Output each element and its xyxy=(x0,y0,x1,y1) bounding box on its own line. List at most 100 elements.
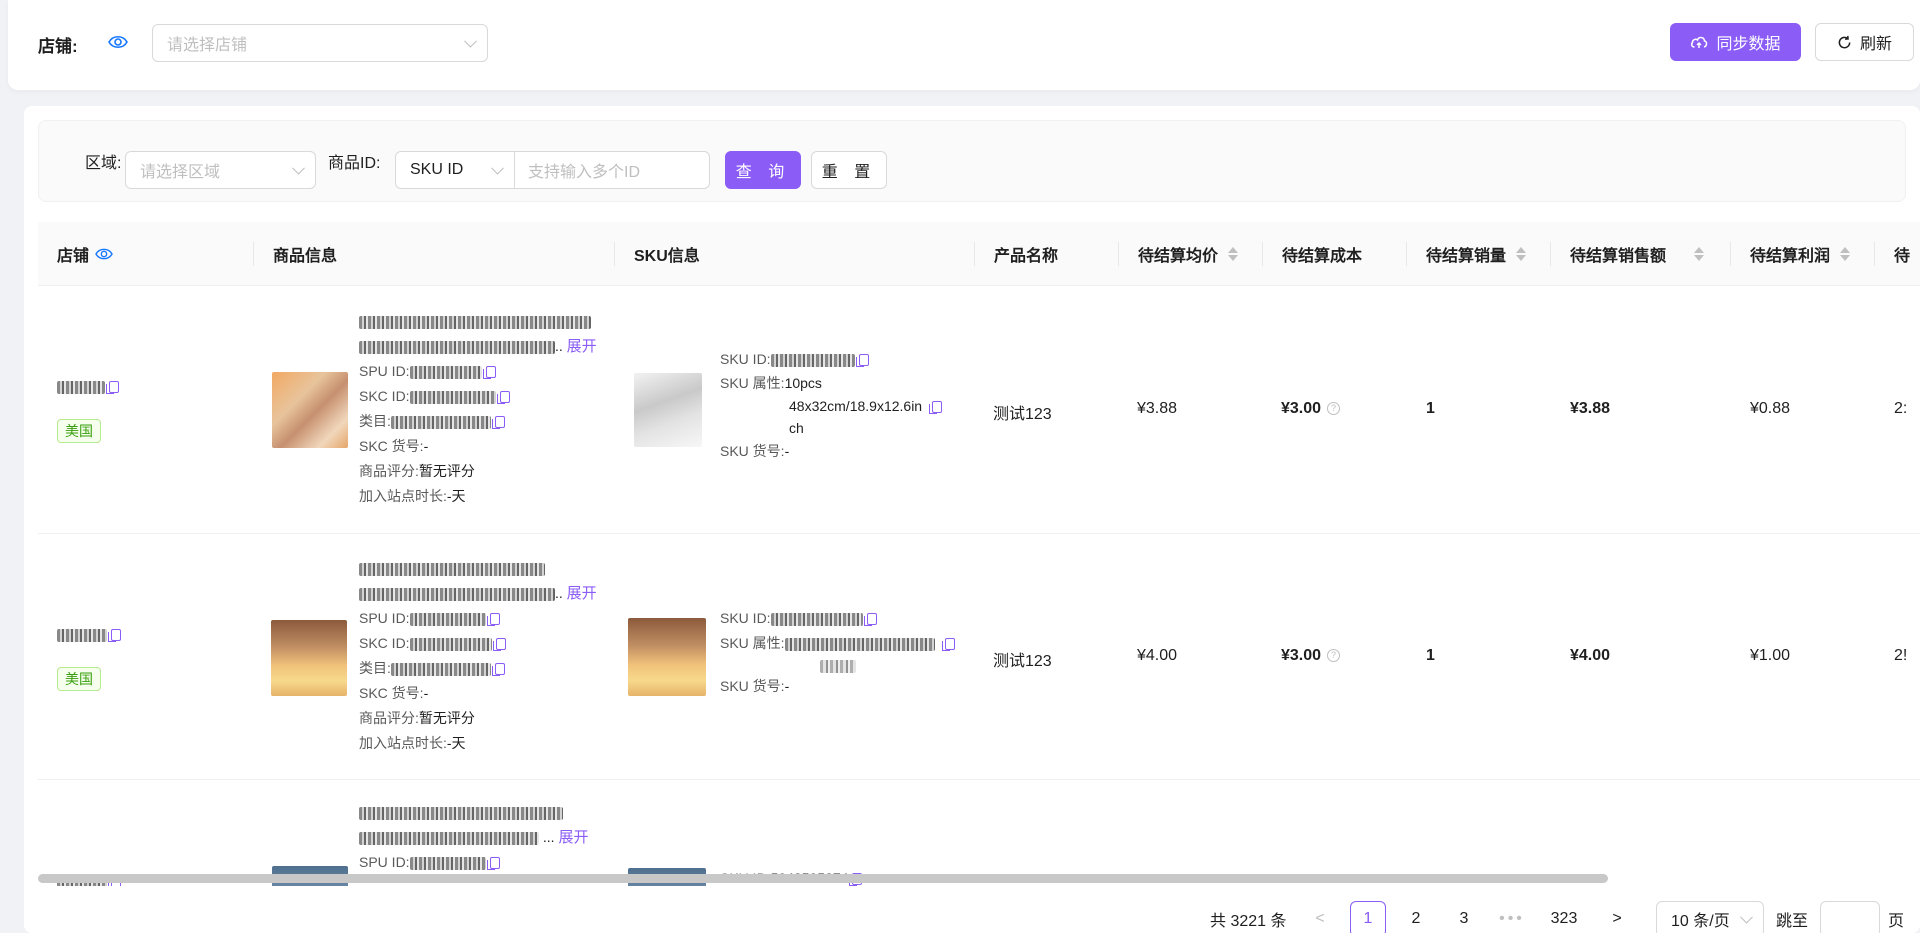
id-type-select[interactable]: SKU ID xyxy=(395,151,515,189)
table-row: 美国 .. 展开 SPU ID: SKC ID: 类目: SKC 货号:- 商品… xyxy=(38,287,1920,534)
product-name-value: 测试123 xyxy=(993,653,1052,670)
profit-value: ¥1.00 xyxy=(1750,647,1791,664)
expand-link[interactable]: 展开 xyxy=(567,338,597,355)
eye-icon[interactable] xyxy=(95,246,113,262)
eye-icon[interactable] xyxy=(108,33,128,51)
column-header-shop: 店铺 xyxy=(57,222,113,286)
pagination-page-3[interactable]: 3 xyxy=(1446,901,1482,933)
region-cell: 美国 xyxy=(57,419,101,443)
sort-icon[interactable] xyxy=(1516,247,1527,261)
id-input-placeholder: 支持输入多个ID xyxy=(528,164,641,181)
cost-cell: ¥3.00? xyxy=(1281,400,1341,418)
column-header-qty[interactable]: 待结算销量 xyxy=(1406,222,1527,286)
chevron-down-icon xyxy=(292,161,305,175)
column-header-avg-price[interactable]: 待结算均价 xyxy=(1118,222,1239,286)
product-info-cell: ... 展开 SPU ID: xyxy=(359,800,588,875)
reset-button[interactable]: 重 置 xyxy=(811,151,887,189)
top-bar: 店铺: 请选择店铺 同步数据 刷新 xyxy=(8,0,1920,90)
sku-id-label: SKU ID: xyxy=(720,351,771,367)
product-image[interactable] xyxy=(271,620,347,696)
shop-select[interactable]: 请选择店铺 xyxy=(152,24,488,62)
product-info-cell: .. 展开 SPU ID: SKC ID: 类目: SKC 货号:- 商品评分:… xyxy=(359,309,597,509)
pagination-page-last[interactable]: 323 xyxy=(1546,901,1582,933)
page-size-value: 10 条/页 xyxy=(1671,913,1730,930)
query-button[interactable]: 查 询 xyxy=(725,151,801,189)
chevron-down-icon xyxy=(464,34,477,48)
question-icon[interactable]: ? xyxy=(1327,649,1341,663)
shop-label: 店铺: xyxy=(38,37,78,56)
copy-icon[interactable] xyxy=(492,638,506,652)
spu-label: SPU ID: xyxy=(359,363,410,379)
next-column-value: 2! xyxy=(1894,647,1908,664)
copy-icon[interactable] xyxy=(929,401,943,415)
spu-label: SPU ID: xyxy=(359,610,410,626)
sort-icon[interactable] xyxy=(1840,247,1851,261)
copy-icon[interactable] xyxy=(863,613,877,627)
copy-icon[interactable] xyxy=(482,366,496,380)
column-header-label: 待 xyxy=(1894,248,1911,265)
column-header-label: 店铺 xyxy=(57,248,90,265)
duration-value: -天 xyxy=(446,488,466,504)
pagination-prev-button[interactable]: < xyxy=(1302,901,1338,933)
sync-data-button[interactable]: 同步数据 xyxy=(1670,23,1801,61)
product-info-cell: .. 展开 SPU ID: SKC ID: 类目: SKC 货号:- 商品评分:… xyxy=(359,556,597,756)
column-header-profit[interactable]: 待结算利润 xyxy=(1730,222,1851,286)
rating-label: 商品评分: xyxy=(359,710,419,726)
duration-label: 加入站点时长: xyxy=(359,488,447,504)
column-header-label: 待结算利润 xyxy=(1750,248,1831,265)
avg-price-value: ¥4.00 xyxy=(1137,647,1178,664)
shop-cell xyxy=(57,378,119,395)
pagination-page-2[interactable]: 2 xyxy=(1398,901,1434,933)
column-header-product-name: 产品名称 xyxy=(974,222,1058,286)
sku-no-label: SKU 货号: xyxy=(720,678,785,694)
title-ellipsis: ... xyxy=(542,829,555,845)
blurred-spu-id xyxy=(409,612,486,626)
expand-link[interactable]: 展开 xyxy=(567,585,597,602)
column-header-cost: 待结算成本 xyxy=(1262,222,1362,286)
id-input[interactable]: 支持输入多个ID xyxy=(514,151,710,189)
sort-icon[interactable] xyxy=(1228,247,1239,261)
column-header-sales[interactable]: 待结算销售额 xyxy=(1550,222,1705,286)
copy-icon[interactable] xyxy=(108,629,121,643)
table-row: 美国 .. 展开 SPU ID: SKC ID: 类目: SKC 货号:- 商品… xyxy=(38,534,1920,780)
blurred-sku-attr xyxy=(784,637,935,651)
qty-value: 1 xyxy=(1426,647,1435,664)
sku-attr-value: 48x32cm/18.9x12.6in xyxy=(789,398,923,414)
refresh-button[interactable]: 刷新 xyxy=(1815,23,1914,61)
copy-icon[interactable] xyxy=(941,638,955,652)
expand-link[interactable]: 展开 xyxy=(558,829,588,846)
region-tag: 美国 xyxy=(57,419,101,443)
copy-icon[interactable] xyxy=(491,416,505,430)
cloud-sync-icon xyxy=(1691,36,1708,48)
copy-icon[interactable] xyxy=(491,663,505,677)
refresh-label: 刷新 xyxy=(1859,36,1892,53)
column-header-label: 商品信息 xyxy=(273,248,338,265)
copy-icon[interactable] xyxy=(855,354,869,368)
pagination-ellipsis[interactable]: ••• xyxy=(1494,901,1530,933)
region-tag: 美国 xyxy=(57,667,101,691)
copy-icon[interactable] xyxy=(486,857,500,871)
qty-value: 1 xyxy=(1426,400,1435,417)
avg-price-value: ¥3.88 xyxy=(1137,400,1178,417)
refresh-icon xyxy=(1838,35,1851,48)
page-size-select[interactable]: 10 条/页 xyxy=(1656,901,1764,933)
region-select[interactable]: 请选择区域 xyxy=(125,151,316,189)
pagination-next-button[interactable]: > xyxy=(1599,901,1635,933)
chevron-down-icon xyxy=(1740,910,1753,924)
horizontal-scrollbar[interactable] xyxy=(38,874,1608,883)
title-ellipsis: .. xyxy=(555,585,563,601)
copy-icon[interactable] xyxy=(106,381,119,395)
sort-icon[interactable] xyxy=(1694,247,1705,261)
blurred-product-title xyxy=(359,315,591,329)
product-image[interactable] xyxy=(272,372,348,448)
question-icon[interactable]: ? xyxy=(1327,402,1341,416)
pagination-total: 共 3221 条 xyxy=(1210,913,1287,930)
spu-label: SPU ID: xyxy=(359,854,410,870)
pagination-page-1[interactable]: 1 xyxy=(1350,901,1386,933)
sku-image[interactable] xyxy=(634,373,702,447)
jump-page-input[interactable] xyxy=(1820,901,1880,933)
sku-image[interactable] xyxy=(628,618,706,696)
duration-value: -天 xyxy=(446,735,466,751)
copy-icon[interactable] xyxy=(486,613,500,627)
copy-icon[interactable] xyxy=(496,391,510,405)
